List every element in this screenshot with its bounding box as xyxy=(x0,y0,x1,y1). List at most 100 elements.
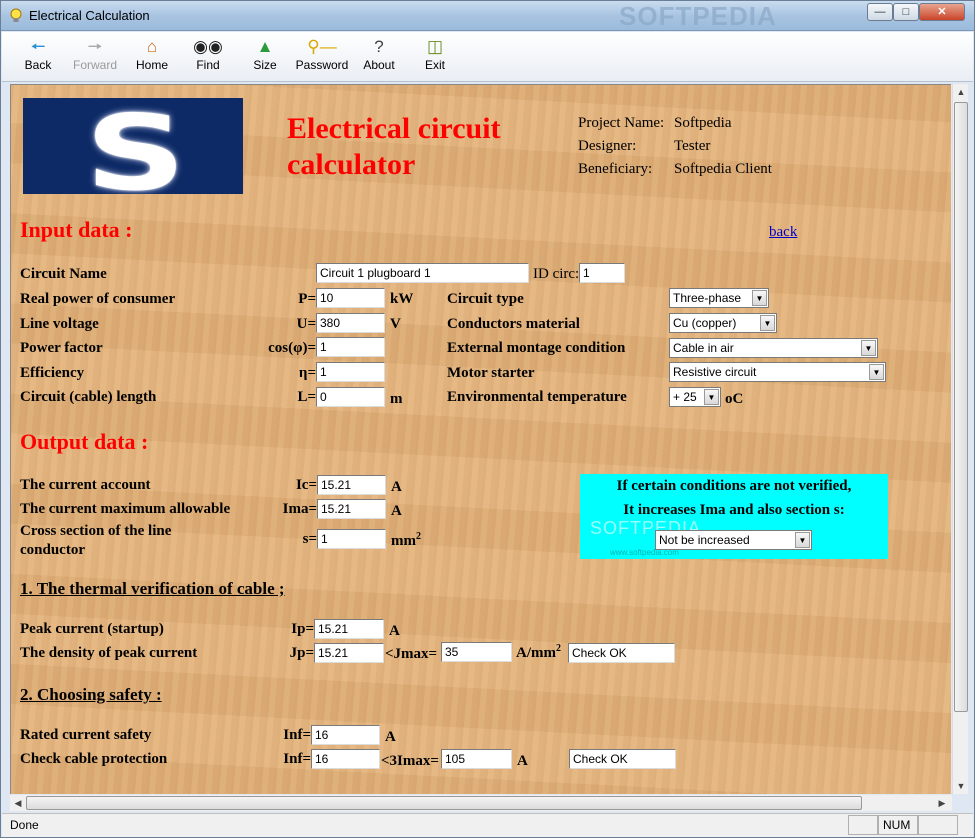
cross-section-label-2: conductor xyxy=(20,542,85,558)
peak-current-label: Peak current (startup) xyxy=(20,621,164,637)
circuit-type-select[interactable]: Three-phase ▼ xyxy=(669,288,769,308)
current-max-output[interactable]: 15.21 xyxy=(317,499,386,519)
efficiency-input[interactable]: 1 xyxy=(316,362,385,382)
find-button[interactable]: ◉◉ Find xyxy=(180,36,236,78)
power-factor-symbol: cos(φ)= xyxy=(268,340,316,356)
rated-current-output[interactable]: 16 xyxy=(311,725,380,745)
minimize-button[interactable]: — xyxy=(867,3,893,21)
peak-density-label: The density of peak current xyxy=(20,645,198,661)
back-button[interactable]: 🠔 Back xyxy=(10,36,66,78)
size-button[interactable]: ▲ Size xyxy=(237,36,293,78)
designer-value: Tester xyxy=(674,138,711,154)
peak-current-symbol: Ip= xyxy=(291,621,314,637)
maximize-button[interactable]: □ xyxy=(893,3,919,21)
num-lock-indicator: NUM xyxy=(878,815,918,835)
cable-protection-output[interactable]: 16 xyxy=(311,749,380,769)
jmax-output[interactable]: 35 xyxy=(441,642,512,662)
increase-note-line2: It increases Ima and also section s: xyxy=(623,502,845,518)
imax-output[interactable]: 105 xyxy=(441,749,512,769)
chevron-down-icon: ▼ xyxy=(869,364,884,380)
home-button[interactable]: ⌂ Home xyxy=(124,36,180,78)
find-label: Find xyxy=(196,58,220,72)
circuit-name-input[interactable]: Circuit 1 plugboard 1 xyxy=(316,263,529,283)
imax-unit: A xyxy=(517,753,528,769)
project-name-value: Softpedia xyxy=(674,115,732,131)
power-factor-input[interactable]: 1 xyxy=(316,337,385,357)
chevron-down-icon: ▼ xyxy=(752,290,767,306)
line-voltage-input[interactable]: 380 xyxy=(316,313,385,333)
page-title: Electrical circuit calculator xyxy=(287,111,501,183)
designer-label: Designer: xyxy=(578,138,637,154)
beneficiary-label: Beneficiary: xyxy=(578,161,653,177)
binoculars-icon: ◉◉ xyxy=(193,37,223,56)
conductors-material-select[interactable]: Cu (copper) ▼ xyxy=(669,313,777,333)
page-title-line2: calculator xyxy=(287,148,416,181)
id-circ-label: ID circ: xyxy=(533,266,580,282)
current-account-unit: A xyxy=(391,479,402,495)
circuit-name-label: Circuit Name xyxy=(20,266,107,282)
password-label: Password xyxy=(295,58,349,72)
window-title: Electrical Calculation xyxy=(29,8,150,23)
motor-starter-label: Motor starter xyxy=(447,365,535,381)
current-account-label: The current account xyxy=(20,477,151,493)
chevron-down-icon: ▼ xyxy=(795,532,810,548)
cross-section-label-1: Cross section of the line xyxy=(20,523,172,539)
env-temperature-select[interactable]: + 25 ▼ xyxy=(669,387,721,407)
key-icon: ⚲— xyxy=(307,37,337,56)
safety-heading: 2. Choosing safety : xyxy=(20,685,162,704)
thermal-heading: 1. The thermal verification of cable ; xyxy=(20,579,285,598)
motor-starter-select[interactable]: Resistive circuit ▼ xyxy=(669,362,886,382)
circuit-type-label: Circuit type xyxy=(447,291,524,307)
vertical-scroll-thumb[interactable] xyxy=(954,102,968,712)
circuit-type-value: Three-phase xyxy=(673,291,742,305)
cable-protection-label: Check cable protection xyxy=(20,751,168,767)
chevron-down-icon: ▼ xyxy=(760,315,775,331)
status-pane-empty-2 xyxy=(918,815,958,835)
password-button[interactable]: ⚲— Password xyxy=(292,36,352,78)
close-button[interactable]: ✕ xyxy=(919,3,965,21)
exit-button[interactable]: ◫ Exit xyxy=(407,36,463,78)
thermal-check-output[interactable]: Check OK xyxy=(568,643,675,663)
scroll-left-icon[interactable]: ◀ xyxy=(10,795,26,811)
current-account-output[interactable]: 15.21 xyxy=(317,475,386,495)
current-max-label: The current maximum allowable xyxy=(20,501,231,517)
home-label: Home xyxy=(135,58,168,72)
peak-current-output[interactable]: 15.21 xyxy=(314,619,384,639)
motor-starter-value: Resistive circuit xyxy=(673,365,757,379)
cable-protection-symbol: Inf= xyxy=(283,751,311,767)
beneficiary-value: Softpedia Client xyxy=(674,161,772,177)
montage-condition-select[interactable]: Cable in air ▼ xyxy=(669,338,878,358)
scroll-up-icon[interactable]: ▲ xyxy=(953,84,969,100)
vertical-scrollbar[interactable]: ▲ ▼ xyxy=(952,84,968,794)
id-circ-input[interactable]: 1 xyxy=(579,263,625,283)
chevron-down-icon: ▼ xyxy=(704,389,719,405)
increase-select[interactable]: Not be increased ▼ xyxy=(655,530,812,550)
back-label: Back xyxy=(24,58,52,72)
forward-arrow-icon: 🠖 xyxy=(87,37,103,56)
imax-symbol: <3Imax= xyxy=(381,753,439,769)
increase-select-value: Not be increased xyxy=(659,533,750,547)
conductors-material-value: Cu (copper) xyxy=(673,316,737,330)
real-power-label: Real power of consumer xyxy=(20,291,176,307)
efficiency-label: Efficiency xyxy=(20,365,85,381)
status-bar: Done NUM xyxy=(2,813,973,837)
current-account-symbol: Ic= xyxy=(295,477,317,493)
input-data-heading: Input data : xyxy=(20,217,133,242)
scroll-right-icon[interactable]: ▶ xyxy=(934,795,950,811)
scroll-down-icon[interactable]: ▼ xyxy=(953,778,969,794)
horizontal-scrollbar[interactable]: ◀ ▶ xyxy=(10,795,952,811)
forward-button[interactable]: 🠖 Forward xyxy=(66,36,124,78)
power-factor-label: Power factor xyxy=(20,340,103,356)
logo-letter: S xyxy=(85,98,187,194)
cable-length-input[interactable]: 0 xyxy=(316,387,385,407)
about-button[interactable]: ? About xyxy=(351,36,407,78)
peak-density-output[interactable]: 15.21 xyxy=(314,643,384,663)
back-link[interactable]: back xyxy=(769,224,797,241)
rated-current-label: Rated current safety xyxy=(20,727,152,743)
conductors-material-label: Conductors material xyxy=(447,316,580,332)
real-power-symbol: P= xyxy=(298,291,316,307)
cross-section-output[interactable]: 1 xyxy=(317,529,386,549)
real-power-input[interactable]: 10 xyxy=(316,288,385,308)
safety-check-output[interactable]: Check OK xyxy=(569,749,676,769)
horizontal-scroll-thumb[interactable] xyxy=(26,796,862,810)
